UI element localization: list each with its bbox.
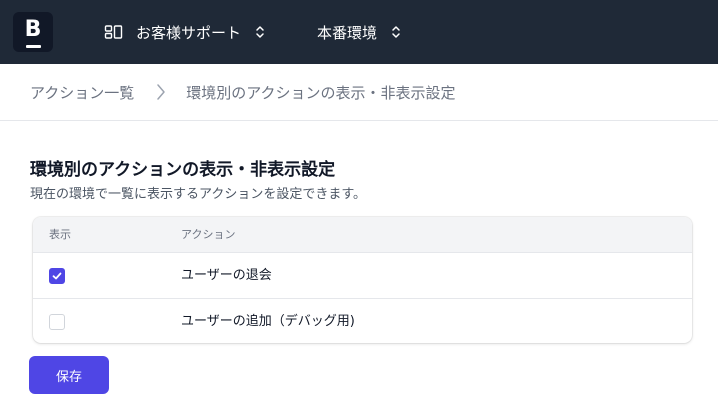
chevron-right-icon bbox=[156, 83, 166, 101]
breadcrumb: アクション一覧 環境別のアクションの表示・非表示設定 bbox=[0, 64, 718, 121]
organization-selector[interactable]: お客様サポート bbox=[104, 20, 265, 44]
page-description: 現在の環境で一覧に表示するアクションを設定できます。 bbox=[30, 187, 367, 202]
breadcrumb-item-action-list[interactable]: アクション一覧 bbox=[30, 82, 134, 103]
action-visibility-table: 表示 アクション ユーザーの退会 ユーザーの追加（デバッグ用) bbox=[33, 217, 692, 343]
organization-icon bbox=[104, 24, 124, 40]
page-title: 環境別のアクションの表示・非表示設定 bbox=[30, 160, 336, 180]
table-row: ユーザーの追加（デバッグ用) bbox=[33, 298, 692, 343]
logo-underline bbox=[26, 45, 41, 48]
checkmark-icon bbox=[52, 272, 62, 280]
chevron-up-down-icon bbox=[255, 25, 265, 39]
organization-name: お客様サポート bbox=[136, 23, 242, 42]
logo-letter: B bbox=[24, 17, 42, 42]
environment-name: 本番環境 bbox=[317, 23, 378, 42]
column-header-action: アクション bbox=[181, 228, 236, 241]
table-header: 表示 アクション bbox=[33, 217, 692, 253]
environment-selector[interactable]: 本番環境 bbox=[317, 20, 401, 44]
table-row: ユーザーの退会 bbox=[33, 253, 692, 298]
visible-checkbox[interactable] bbox=[49, 314, 65, 330]
action-name: ユーザーの追加（デバッグ用) bbox=[181, 314, 355, 329]
action-name: ユーザーの退会 bbox=[181, 268, 272, 283]
chevron-up-down-icon bbox=[391, 25, 401, 39]
visible-checkbox[interactable] bbox=[49, 268, 65, 284]
column-header-visible: 表示 bbox=[49, 228, 71, 241]
breadcrumb-item-current: 環境別のアクションの表示・非表示設定 bbox=[186, 83, 456, 102]
top-navbar: B お客様サポート 本番環境 bbox=[0, 0, 718, 64]
app-logo[interactable]: B bbox=[13, 12, 53, 52]
save-button[interactable]: 保存 bbox=[29, 356, 109, 394]
